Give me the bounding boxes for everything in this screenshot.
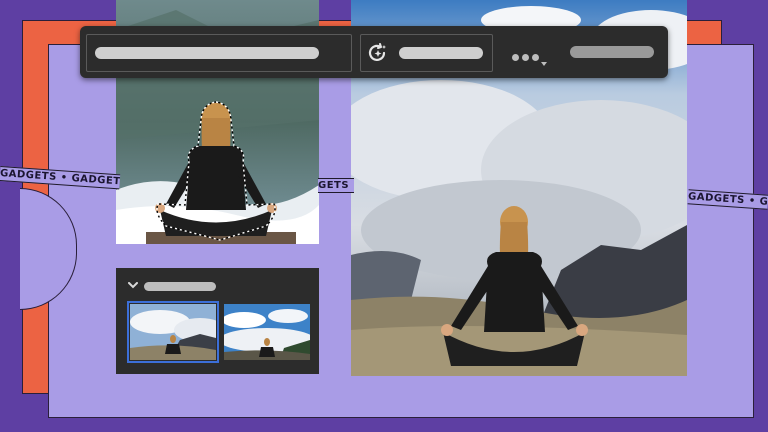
thumbnail-2-art: [224, 304, 310, 360]
variation-thumbnail-2[interactable]: [224, 304, 310, 360]
contextual-taskbar: [80, 26, 668, 78]
generate-button[interactable]: [360, 34, 493, 72]
prompt-placeholder-bar: [95, 47, 319, 59]
variation-thumbnail-1[interactable]: [127, 301, 219, 363]
dropdown-caret-icon: [541, 62, 547, 66]
panel-title-bar: [144, 282, 216, 291]
generative-fill-icon: [368, 43, 386, 62]
generate-label-bar: [399, 47, 483, 59]
chevron-down-icon[interactable]: [128, 282, 138, 289]
secondary-action-bar[interactable]: [570, 46, 654, 58]
more-options-icon[interactable]: [512, 48, 542, 66]
prompt-input[interactable]: [86, 34, 352, 72]
thumbnail-1-art: [130, 304, 216, 360]
variations-panel: [116, 268, 319, 374]
gadgets-tape-mid: GETS: [318, 178, 354, 193]
